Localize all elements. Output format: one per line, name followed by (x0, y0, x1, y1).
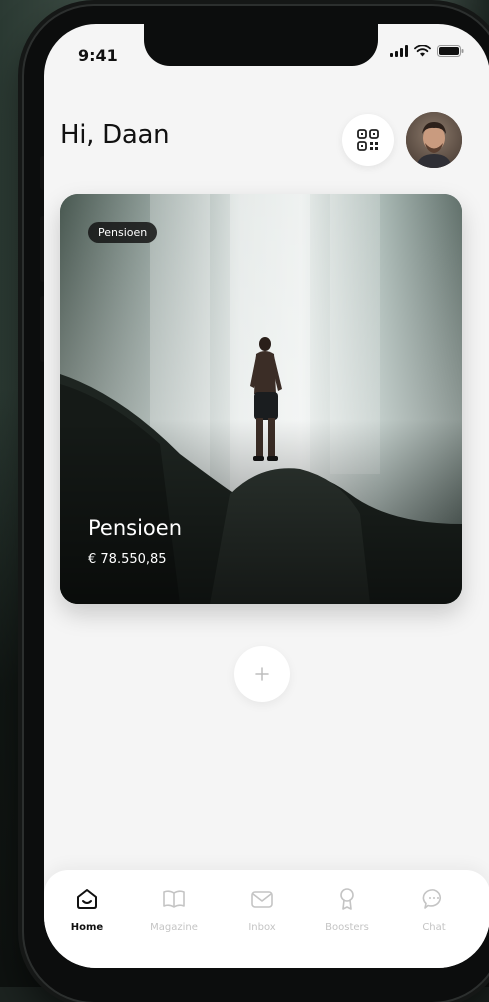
award-icon (340, 888, 354, 910)
status-time: 9:41 (78, 46, 118, 65)
tab-chat-label: Chat (422, 922, 446, 933)
phone-screen: 9:41 Hi, Daan Pensioen Pensioen € 78.550… (44, 24, 489, 968)
card-title: Pensioen (88, 516, 182, 540)
chat-bubble-icon (422, 889, 441, 909)
wifi-icon (414, 45, 431, 57)
add-card-button[interactable] (234, 646, 290, 702)
mail-icon (251, 891, 273, 908)
tab-magazine-label: Magazine (150, 922, 198, 933)
pension-card[interactable]: Pensioen Pensioen € 78.550,85 (60, 194, 462, 604)
card-amount: € 78.550,85 (88, 552, 167, 567)
plus-icon (255, 667, 269, 681)
tab-home-label: Home (70, 922, 104, 933)
card-category-badge: Pensioen (88, 222, 158, 243)
card-waterfall-photo (60, 194, 462, 604)
book-icon (163, 890, 185, 908)
notch (144, 24, 378, 66)
bottom-tab-bar: Home Magazine Inbox Boosters Chat (44, 870, 489, 968)
status-icons (390, 45, 464, 57)
tab-home[interactable]: Home (47, 886, 127, 933)
tab-inbox[interactable]: Inbox (222, 886, 302, 933)
tab-magazine[interactable]: Magazine (134, 886, 214, 933)
qr-code-icon (357, 129, 379, 151)
signal-icon (390, 45, 408, 57)
home-icon (77, 889, 97, 909)
qr-code-button[interactable] (342, 114, 394, 166)
user-avatar-photo (406, 112, 462, 168)
battery-icon (437, 45, 464, 57)
tab-boosters[interactable]: Boosters (307, 886, 387, 933)
user-avatar[interactable] (406, 112, 462, 168)
tab-inbox-label: Inbox (248, 922, 276, 933)
greeting-title: Hi, Daan (60, 120, 170, 150)
tab-boosters-label: Boosters (325, 922, 369, 933)
tab-chat[interactable]: Chat (394, 886, 474, 933)
